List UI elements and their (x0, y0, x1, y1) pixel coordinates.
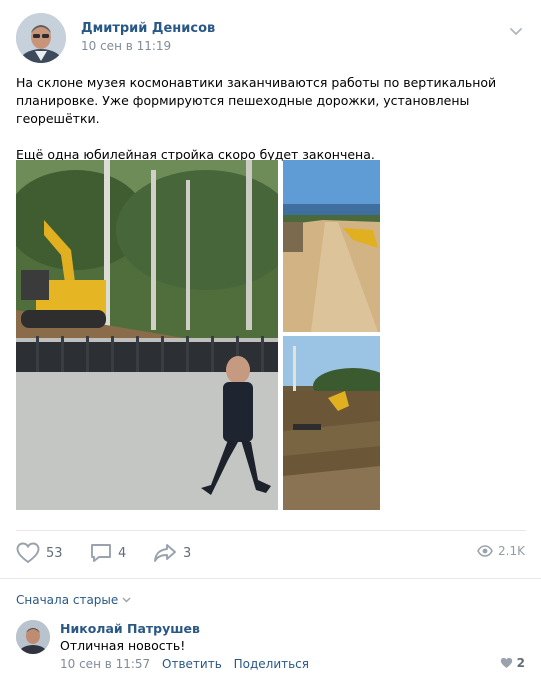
share-arrow-icon (154, 544, 176, 562)
heart-icon (500, 657, 512, 668)
share-button[interactable]: 3 (153, 543, 191, 563)
comment-author-name[interactable]: Николай Патрушев (60, 621, 200, 636)
share-comment-link[interactable]: Поделиться (234, 657, 309, 671)
reply-link[interactable]: Ответить (162, 657, 222, 671)
views-counter: 2.1K (477, 544, 525, 558)
wall-post: Дмитрий Денисов 10 сен в 11:19 На склоне… (0, 0, 541, 680)
comments-sort-label: Сначала старые (16, 593, 119, 607)
chevron-down-icon[interactable] (509, 23, 523, 37)
comment-button[interactable]: 4 (90, 543, 126, 563)
comment-date[interactable]: 10 сен в 11:57 (60, 657, 150, 671)
divider (0, 578, 541, 579)
views-count: 2.1K (498, 544, 525, 558)
like-button[interactable]: 53 (16, 542, 63, 564)
post-photo-road[interactable] (283, 160, 380, 332)
post-photo-excavator[interactable] (16, 160, 278, 510)
comment-like-button[interactable]: 2 (500, 656, 525, 670)
like-count: 53 (46, 545, 63, 561)
chevron-down-icon (122, 597, 131, 603)
share-count: 3 (183, 545, 192, 561)
comment-icon (91, 544, 111, 562)
author-avatar[interactable] (16, 13, 66, 63)
comment-author-avatar[interactable] (16, 620, 50, 654)
post-photo-site[interactable] (283, 336, 380, 510)
post-text-paragraph: На склоне музея космонавтики заканчивают… (16, 75, 497, 126)
eye-icon (477, 545, 493, 557)
post-date[interactable]: 10 сен в 11:19 (81, 39, 171, 53)
comment-like-count: 2 (516, 656, 525, 670)
author-name[interactable]: Дмитрий Денисов (81, 21, 215, 36)
heart-icon (16, 542, 40, 564)
comments-sort-dropdown[interactable]: Сначала старые (16, 593, 131, 607)
comment-count: 4 (118, 545, 127, 561)
divider (16, 530, 526, 531)
comment-text: Отличная новость! (60, 638, 186, 653)
comment-meta: 10 сен в 11:57 Ответить Поделиться (60, 657, 309, 671)
post-text: На склоне музея космонавтики заканчивают… (16, 74, 526, 164)
